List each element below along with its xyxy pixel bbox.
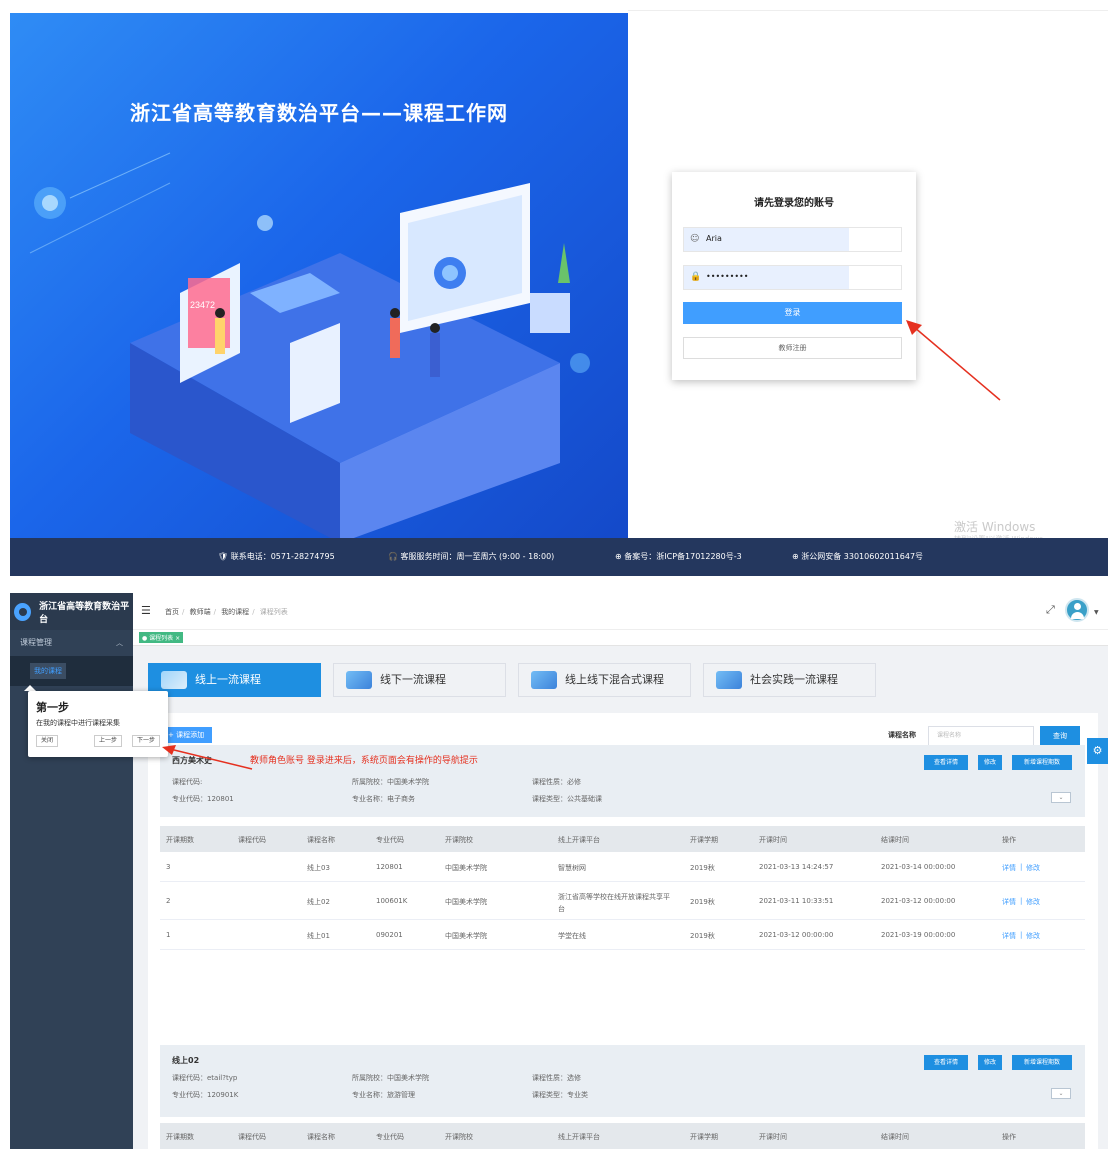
row-detail-link[interactable]: 详情 <box>1002 863 1016 873</box>
logo-icon <box>14 602 32 621</box>
row-edit-link[interactable]: 修改 <box>1026 897 1040 907</box>
major-name: 专业名称：电子商务 <box>352 795 415 803</box>
add-period-button[interactable]: 新增课程期数 <box>1012 755 1072 770</box>
table-header: 开课期数 课程代码 课程名称 专业代码 开课院校 线上开课平台 开课学期 开课时… <box>160 1123 1085 1149</box>
settings-gear-icon[interactable]: ⚙ <box>1087 738 1108 764</box>
course-list-panel: + 课程添加 课程名称 课程名称 查询 西方美术史 课程代码: 专业代码：120… <box>148 713 1098 1149</box>
login-button[interactable]: 登录 <box>683 302 902 324</box>
course-name-label: 课程名称 <box>888 731 916 739</box>
expand-icon[interactable]: ⌄ <box>1051 1088 1071 1099</box>
row-detail-link[interactable]: 详情 <box>1002 931 1016 941</box>
hero-illustration: 23472 <box>29 152 590 543</box>
login-screenshot: 浙江省高等教育数治平台——课程工作网 23472 请先登录您的账号 ☺ Aria… <box>10 10 1108 576</box>
breadcrumb-my-courses[interactable]: 我的课程 <box>221 608 249 616</box>
major-name: 专业名称：旅游管理 <box>352 1091 415 1099</box>
row-edit-link[interactable]: 修改 <box>1026 931 1040 941</box>
table-header: 开课期数 课程代码 课程名称 专业代码 开课院校 线上开课平台 开课学期 开课时… <box>160 826 1085 852</box>
username-field[interactable]: ☺ Aria <box>683 227 902 252</box>
hero-chart-number: 23472 <box>190 300 215 310</box>
footer-phone: 🛡 联系电话：0571-28274795 <box>218 552 335 561</box>
annotation-arrow <box>162 745 253 770</box>
windows-watermark: 激活 Windows <box>954 520 1036 534</box>
tab-blended[interactable]: 线上线下混合式课程 <box>518 663 691 697</box>
fullscreen-icon[interactable]: ⤢ <box>1046 603 1055 617</box>
breadcrumb-current: 课程列表 <box>259 608 288 616</box>
course-nature: 课程性质：必修 <box>532 778 581 786</box>
tour-title: 第一步 <box>36 701 69 714</box>
course-nature: 课程性质：选修 <box>532 1074 581 1082</box>
login-footer: 🛡 联系电话：0571-28274795 🎧 客服服务时间：周一至周六 (9:0… <box>10 538 1108 576</box>
caret-down-icon[interactable]: ▼ <box>1094 609 1099 616</box>
tour-description: 在我的课程中进行课程采集 <box>36 719 120 727</box>
avatar[interactable] <box>1065 598 1089 622</box>
login-card: 请先登录您的账号 ☺ Aria 🔒 ••••••••• 登录 教师注册 <box>672 172 916 380</box>
footer-hours: 🎧 客服服务时间：周一至周六 (9:00 - 18:00) <box>388 552 555 561</box>
major-code: 专业代码：120901K <box>172 1091 239 1099</box>
table-row: 3 线上03 120801 中国美术学院 智慧树网 2019秋 2021-03-… <box>160 852 1085 882</box>
tags-view: ● 课程列表 × <box>133 630 1108 646</box>
brand: 浙江省高等教育数治平台 <box>10 593 133 630</box>
edit-course-button[interactable]: 修改 <box>978 755 1002 770</box>
course-card: 线上02 课程代码：etail?typ 专业代码：120901K 所属院校：中国… <box>160 1045 1085 1117</box>
expand-icon[interactable]: ⌄ <box>1051 792 1071 803</box>
brand-name: 浙江省高等教育数治平台 <box>39 601 130 625</box>
blended-course-icon <box>531 671 557 689</box>
course-school: 所属院校：中国美术学院 <box>352 778 429 786</box>
annotation-text: 教师角色账号 登录进来后，系统页面会有操作的导航提示 <box>250 756 478 766</box>
tour-next-button[interactable]: 下一步 <box>132 735 161 747</box>
username-value: Aria <box>706 234 722 243</box>
menu-toggle-icon[interactable]: ☰ <box>141 604 151 617</box>
register-button[interactable]: 教师注册 <box>683 337 902 359</box>
password-value: ••••••••• <box>706 272 749 281</box>
course-code: 课程代码：etail?typ <box>172 1074 238 1082</box>
table-row: 1 线上01 090201 中国美术学院 学堂在线 2019秋 2021-03-… <box>160 920 1085 950</box>
breadcrumb-home[interactable]: 首页 <box>165 608 179 616</box>
tour-prev-button[interactable]: 上一步 <box>94 735 123 747</box>
tab-online[interactable]: 线上一流课程 <box>148 663 321 697</box>
password-field[interactable]: 🔒 ••••••••• <box>683 265 902 290</box>
pointer-arrow <box>906 320 1001 401</box>
sidebar-item-my-courses[interactable]: 我的课程 <box>10 656 133 686</box>
table-row: 2 线上02 100601K 中国美术学院 浙江省高等学校在线开放课程共享平台 … <box>160 882 1085 920</box>
platform-title: 浙江省高等教育数治平台——课程工作网 <box>130 101 508 125</box>
tab-offline[interactable]: 线下一流课程 <box>333 663 506 697</box>
tour-close-button[interactable]: 关闭 <box>36 735 59 747</box>
lock-icon: 🔒 <box>690 272 702 282</box>
view-detail-button[interactable]: 查看详情 <box>924 755 968 770</box>
query-button[interactable]: 查询 <box>1040 726 1080 746</box>
breadcrumb: 首页 / 教师端 / 我的课程 / 课程列表 <box>165 608 288 616</box>
breadcrumb-teacher[interactable]: 教师端 <box>190 608 211 616</box>
tour-popover: 第一步 在我的课程中进行课程采集 关闭 上一步 下一步 <box>28 691 168 757</box>
course-name-input[interactable]: 课程名称 <box>928 726 1034 746</box>
sidebar-group-course-management[interactable]: 课程管理 ︿ <box>10 630 133 656</box>
tab-social-practice[interactable]: 社会实践一流课程 <box>703 663 876 697</box>
course-name: 线上02 <box>172 1056 200 1065</box>
offline-course-icon <box>346 671 372 689</box>
row-edit-link[interactable]: 修改 <box>1026 863 1040 873</box>
add-period-button[interactable]: 新增课程期数 <box>1012 1055 1072 1070</box>
course-type: 课程类型：公共基础课 <box>532 795 602 803</box>
social-practice-icon <box>716 671 742 689</box>
edit-course-button[interactable]: 修改 <box>978 1055 1002 1070</box>
sidebar: 浙江省高等教育数治平台 课程管理 ︿ 我的课程 <box>10 593 133 1149</box>
major-code: 专业代码：120801 <box>172 795 234 803</box>
top-bar: ☰ 首页 / 教师端 / 我的课程 / 课程列表 ⤢ ▼ <box>133 593 1108 630</box>
footer-police: ⊕ 浙公网安备 33010602011647号 <box>792 552 924 561</box>
hero-banner: 浙江省高等教育数治平台——课程工作网 23472 <box>10 13 628 543</box>
footer-icp: ⊕ 备案号：浙ICP备17012280号-3 <box>615 552 742 561</box>
course-type: 课程类型：专业类 <box>532 1091 588 1099</box>
chevron-up-icon: ︿ <box>116 639 123 647</box>
course-type-tabs: 线上一流课程 线下一流课程 线上线下混合式课程 社会实践一流课程 <box>148 663 938 697</box>
user-icon: ☺ <box>690 234 700 244</box>
course-school: 所属院校：中国美术学院 <box>352 1074 429 1082</box>
dashboard-screenshot: 浙江省高等教育数治平台 课程管理 ︿ 我的课程 ☰ 首页 / 教师端 / 我的课程 /… <box>10 593 1108 1149</box>
login-heading: 请先登录您的账号 <box>754 198 834 209</box>
row-detail-link[interactable]: 详情 <box>1002 897 1016 907</box>
tag-course-list[interactable]: ● 课程列表 × <box>139 632 184 643</box>
view-detail-button[interactable]: 查看详情 <box>924 1055 968 1070</box>
online-course-icon <box>161 671 187 689</box>
